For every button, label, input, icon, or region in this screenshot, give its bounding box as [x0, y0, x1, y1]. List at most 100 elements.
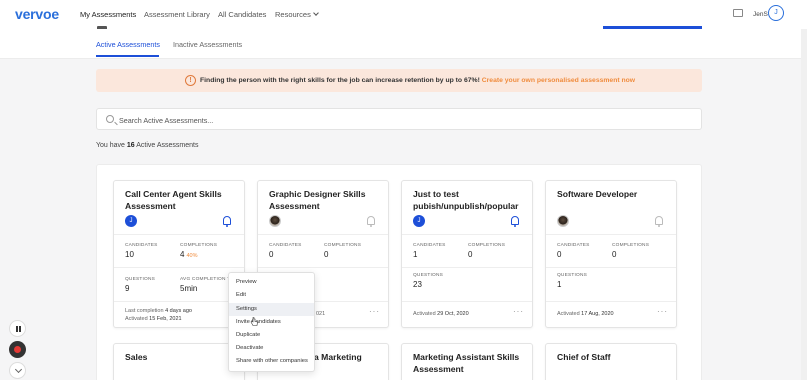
record-stop-icon[interactable]: [9, 341, 26, 358]
nav-assessment-library[interactable]: Assessment Library: [144, 10, 210, 19]
activated-date: Activated 15 Feb, 2021: [125, 316, 182, 322]
activated-label: Activated: [557, 311, 580, 317]
assessment-card[interactable]: Sales: [113, 343, 245, 380]
divider: [546, 301, 676, 302]
divider: [114, 301, 244, 302]
menu-invite-candidates[interactable]: Invite Candidates: [229, 316, 314, 329]
bell-icon[interactable]: [511, 216, 519, 227]
owner-avatar: J: [413, 215, 425, 227]
assessment-count: You have 16 Active Assessments: [96, 142, 199, 149]
card-title[interactable]: Software Developer: [557, 189, 676, 201]
completion-percent: 40%: [186, 253, 198, 259]
questions-value: 1: [557, 280, 562, 289]
divider: [546, 234, 676, 235]
completions-label: COMPLETIONS: [180, 243, 218, 248]
divider: [114, 234, 244, 235]
card-title[interactable]: Chief of Staff: [557, 352, 676, 364]
activated-date: Activated 17 Aug, 2020: [557, 311, 614, 317]
menu-edit[interactable]: Edit: [229, 289, 314, 302]
candidates-label: CANDIDATES: [125, 243, 158, 248]
owner-avatar: J: [125, 215, 137, 227]
completions-label: COMPLETIONS: [324, 243, 362, 248]
candidates-value: 0: [557, 250, 562, 259]
pause-icon[interactable]: [9, 320, 26, 337]
assessment-card[interactable]: Chief of Staff: [545, 343, 677, 380]
card-title[interactable]: Marketing Assistant Skills Assessment: [413, 352, 532, 375]
activated-label: Activated: [125, 316, 148, 322]
tab-active-assessments[interactable]: Active Assessments: [96, 40, 160, 49]
card-title[interactable]: Sales: [125, 352, 244, 364]
activated-value: 29 Oct, 2020: [437, 311, 469, 317]
more-icon[interactable]: ···: [657, 307, 668, 316]
search-icon: [106, 115, 114, 123]
chevron-down-icon[interactable]: [9, 362, 26, 379]
divider: [114, 267, 244, 268]
activated-value: 17 Aug, 2020: [581, 311, 614, 317]
candidates-value: 1: [413, 250, 418, 259]
bell-off-icon[interactable]: [655, 216, 663, 227]
tab-inactive-assessments[interactable]: Inactive Assessments: [173, 40, 242, 49]
candidates-label: CANDIDATES: [269, 243, 302, 248]
card-title[interactable]: Graphic Designer Skills Assessment: [269, 189, 388, 212]
completions-label: COMPLETIONS: [612, 243, 650, 248]
completions-value: 4 40%: [180, 250, 197, 259]
completions-count: 4: [180, 250, 185, 259]
assessment-card[interactable]: Call Center Agent Skills Assessment J CA…: [113, 180, 245, 328]
card-title[interactable]: Call Center Agent Skills Assessment: [125, 189, 244, 212]
activated-date: 021: [316, 311, 326, 317]
nav-my-assessments[interactable]: My Assessments: [80, 10, 136, 19]
nav-resources[interactable]: Resources: [275, 10, 319, 19]
avg-completion-value: 5min: [180, 284, 198, 293]
count-number: 16: [126, 142, 135, 149]
create-assessment-link[interactable]: Create your own personalised assessment …: [482, 77, 635, 84]
bell-icon[interactable]: [223, 216, 231, 227]
more-icon[interactable]: ···: [513, 307, 524, 316]
active-tab-indicator: [96, 55, 159, 57]
menu-share-with-companies[interactable]: Share with other companies: [229, 355, 314, 368]
candidates-value: 10: [125, 250, 134, 259]
completions-label: COMPLETIONS: [468, 243, 506, 248]
chevron-down-icon: [313, 10, 319, 16]
nav-all-candidates[interactable]: All Candidates: [218, 10, 266, 19]
more-icon[interactable]: ···: [369, 307, 380, 316]
banner-text: Finding the person with the right skills…: [200, 77, 635, 84]
message-icon[interactable]: [733, 9, 743, 17]
questions-label: QUESTIONS: [557, 273, 588, 278]
last-completion-value: 4 days ago: [165, 308, 192, 314]
divider: [258, 234, 388, 235]
scrollbar[interactable]: [801, 29, 807, 380]
search-input[interactable]: [119, 114, 519, 126]
questions-value: 9: [125, 284, 130, 293]
card-title[interactable]: a Marketing: [314, 352, 388, 364]
count-prefix: You have: [96, 142, 125, 149]
owner-avatar: [557, 215, 569, 227]
divider: [402, 234, 532, 235]
bell-off-icon[interactable]: [367, 216, 375, 227]
card-title[interactable]: Just to test pubish/unpublish/popular: [413, 189, 532, 212]
divider: [402, 301, 532, 302]
menu-deactivate[interactable]: Deactivate: [229, 342, 314, 355]
menu-preview[interactable]: Preview: [229, 276, 314, 289]
count-suffix: Active Assessments: [136, 142, 199, 149]
completions-value: 0: [324, 250, 329, 259]
questions-value: 23: [413, 280, 422, 289]
menu-settings[interactable]: Settings: [229, 303, 314, 316]
candidates-label: CANDIDATES: [413, 243, 446, 248]
questions-label: QUESTIONS: [413, 273, 444, 278]
activated-date: Activated 29 Oct, 2020: [413, 311, 469, 317]
assessment-tabs: Active Assessments Inactive Assessments: [0, 29, 807, 59]
banner-message: Finding the person with the right skills…: [200, 77, 480, 84]
user-avatar[interactable]: J: [768, 5, 784, 21]
assessment-card[interactable]: Software Developer CANDIDATES 0 COMPLETI…: [545, 180, 677, 328]
user-name[interactable]: JenS: [753, 11, 768, 18]
activated-label: Activated: [413, 311, 436, 317]
menu-duplicate[interactable]: Duplicate: [229, 329, 314, 342]
warning-icon: !: [185, 75, 196, 86]
assessment-card[interactable]: Just to test pubish/unpublish/popular J …: [401, 180, 533, 328]
completions-value: 0: [612, 250, 617, 259]
vervoe-logo[interactable]: vervoe: [15, 6, 59, 22]
divider: [546, 267, 676, 268]
owner-avatar: [269, 215, 281, 227]
card-actions-menu: Preview Edit Settings Invite Candidates …: [228, 272, 315, 372]
assessment-card[interactable]: Marketing Assistant Skills Assessment: [401, 343, 533, 380]
